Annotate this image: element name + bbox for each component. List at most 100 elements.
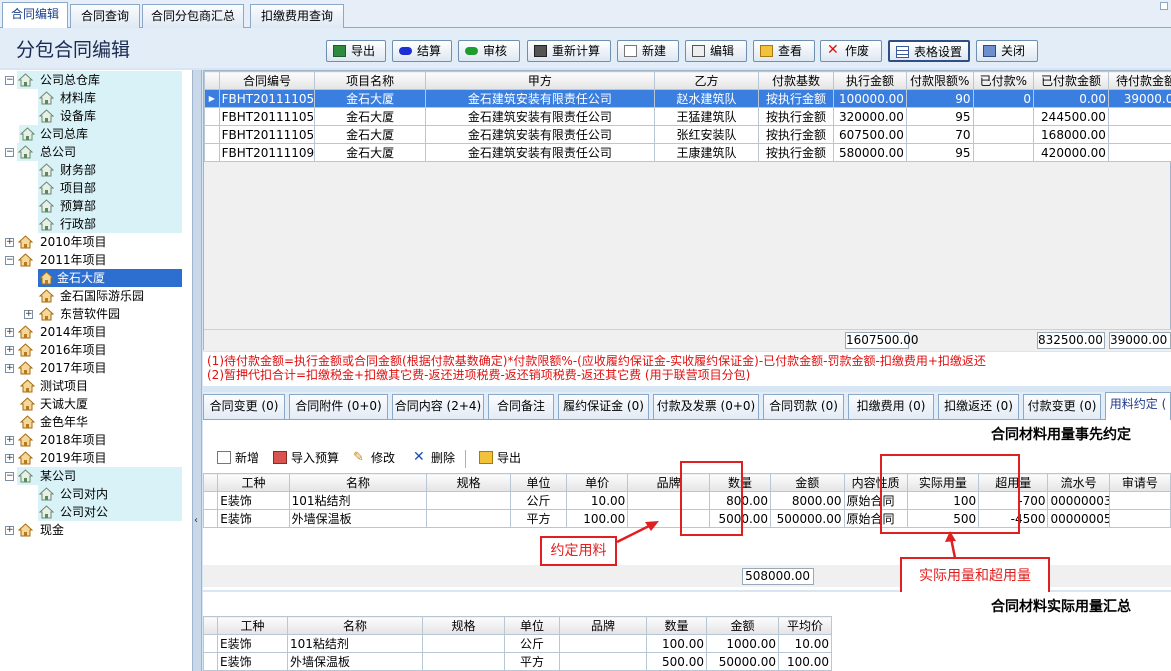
delete-action[interactable]: ✕ 删除: [413, 448, 455, 468]
table-cell[interactable]: FBHT2011110501: [218, 89, 316, 108]
tree-node[interactable]: 2010年项目: [17, 233, 182, 251]
column-header[interactable]: 工种: [217, 473, 290, 492]
column-header[interactable]: 乙方: [653, 71, 760, 90]
table-cell[interactable]: 168000.00: [1032, 125, 1109, 144]
tree-node[interactable]: 2014年项目: [17, 323, 182, 341]
column-header[interactable]: 金额: [770, 473, 845, 492]
table-cell[interactable]: 0: [972, 89, 1034, 108]
settle-button[interactable]: 结算: [392, 40, 452, 62]
table-cell[interactable]: [422, 652, 505, 671]
detail-tab[interactable]: 合同变更 (0): [203, 394, 285, 419]
expand-icon[interactable]: +: [5, 346, 14, 355]
column-header[interactable]: 单位: [504, 616, 560, 635]
table-cell[interactable]: [422, 634, 505, 653]
detail-tab[interactable]: 付款变更 (0): [1023, 394, 1101, 419]
tree-node[interactable]: 金石国际游乐园: [38, 287, 182, 305]
column-header[interactable]: 项目名称: [314, 71, 426, 90]
table-row[interactable]: E装饰 101粘结剂 公斤 100.00 1000.00 10.00: [203, 634, 832, 653]
tree-node[interactable]: 2019年项目: [17, 449, 182, 467]
table-cell[interactable]: 金石建筑安装有限责任公司: [424, 89, 655, 108]
collapse-icon[interactable]: −: [5, 148, 14, 157]
table-cell[interactable]: 39000.00: [1107, 89, 1171, 108]
tab-contract-edit[interactable]: 合同编辑: [2, 2, 68, 29]
tree-node[interactable]: 行政部: [38, 215, 182, 233]
table-cell[interactable]: [972, 125, 1034, 144]
tree-node[interactable]: 天诚大厦: [19, 395, 182, 413]
table-cell[interactable]: [426, 491, 511, 510]
column-header[interactable]: 规格: [422, 616, 505, 635]
expand-icon[interactable]: +: [5, 238, 14, 247]
tree-node[interactable]: 2011年项目: [17, 251, 182, 269]
table-cell[interactable]: E装饰: [217, 652, 288, 671]
table-cell[interactable]: 公斤: [504, 634, 560, 653]
table-cell[interactable]: FBHT2011110901: [218, 143, 316, 162]
table-cell[interactable]: 100.00: [646, 634, 707, 653]
tree-node[interactable]: 材料库: [38, 89, 182, 107]
table-cell[interactable]: 外墙保温板: [287, 652, 423, 671]
tab-deduction-query[interactable]: 扣缴费用查询: [250, 4, 344, 28]
column-header[interactable]: 执行金额: [833, 71, 907, 90]
table-row[interactable]: FBHT2011110502金石大厦金石建筑安装有限责任公司王猛建筑队按执行金额…: [204, 107, 1171, 126]
column-header[interactable]: 已付款金额: [1032, 71, 1109, 90]
expand-icon[interactable]: +: [5, 526, 14, 535]
tree-node[interactable]: 东营软件园: [38, 305, 182, 323]
column-header[interactable]: 审请号: [1108, 473, 1171, 492]
view-button[interactable]: 查看: [753, 40, 815, 62]
modify-action[interactable]: ✎ 修改: [353, 448, 395, 468]
table-cell[interactable]: 金石建筑安装有限责任公司: [424, 107, 655, 126]
table-cell[interactable]: 平方: [504, 652, 560, 671]
tree-node[interactable]: 2018年项目: [17, 431, 182, 449]
table-row[interactable]: E装饰 外墙保温板 平方 500.00 50000.00 100.00: [203, 652, 832, 671]
table-cell[interactable]: [972, 107, 1034, 126]
table-cell[interactable]: 90: [905, 89, 974, 108]
column-header[interactable]: 付款基数: [758, 71, 835, 90]
table-cell[interactable]: 外墙保温板: [288, 509, 428, 528]
column-header[interactable]: 名称: [287, 616, 423, 635]
table-cell[interactable]: [1107, 107, 1171, 126]
tree-node[interactable]: 测试项目: [19, 377, 182, 395]
tree-node[interactable]: 2016年项目: [17, 341, 182, 359]
expand-icon[interactable]: +: [24, 310, 33, 319]
table-cell[interactable]: 金石大厦: [314, 125, 426, 144]
table-cell[interactable]: 王猛建筑队: [653, 107, 760, 126]
table-cell[interactable]: 101粘结剂: [287, 634, 423, 653]
table-cell[interactable]: 按执行金额: [758, 89, 835, 108]
table-cell[interactable]: [1108, 491, 1171, 510]
tree-node[interactable]: 项目部: [38, 179, 182, 197]
table-cell[interactable]: [559, 634, 647, 653]
tree-node[interactable]: 公司总仓库: [17, 71, 182, 89]
table-cell[interactable]: [1107, 125, 1171, 144]
table-cell[interactable]: 金石大厦: [314, 107, 426, 126]
table-cell[interactable]: 320000.00: [833, 107, 907, 126]
table-row[interactable]: ▶FBHT2011110501金石大厦金石建筑安装有限责任公司赵水建筑队按执行金…: [204, 89, 1171, 108]
detail-tab[interactable]: 合同备注: [488, 394, 554, 419]
table-cell[interactable]: 00000005: [1047, 509, 1110, 528]
table-cell[interactable]: 101粘结剂: [288, 491, 428, 510]
table-cell[interactable]: [1107, 143, 1171, 162]
export-action[interactable]: 导出: [479, 448, 521, 468]
tree-node[interactable]: 金石大厦: [38, 269, 182, 287]
column-header[interactable]: 单位: [509, 473, 568, 492]
table-cell[interactable]: 580000.00: [833, 143, 907, 162]
table-cell[interactable]: 金石建筑安装有限责任公司: [424, 143, 655, 162]
column-header[interactable]: 待付款金额: [1107, 71, 1171, 90]
expand-icon[interactable]: +: [5, 364, 14, 373]
collapse-icon[interactable]: −: [5, 256, 14, 265]
table-cell[interactable]: 按执行金额: [758, 125, 835, 144]
column-header[interactable]: 已付款%: [972, 71, 1034, 90]
export-button[interactable]: 导出: [326, 40, 386, 62]
new-button[interactable]: 新建: [617, 40, 679, 62]
column-header[interactable]: 流水号: [1047, 473, 1110, 492]
table-cell[interactable]: 500000.00: [770, 509, 845, 528]
column-header[interactable]: 金额: [706, 616, 779, 635]
detail-tab[interactable]: 合同附件 (0+0): [289, 394, 388, 419]
tab-subcontractor-summary[interactable]: 合同分包商汇总: [142, 4, 244, 28]
expand-icon[interactable]: +: [5, 454, 14, 463]
table-cell[interactable]: 8000.00: [770, 491, 845, 510]
table-cell[interactable]: 95: [905, 143, 974, 162]
table-cell[interactable]: 10.00: [778, 634, 832, 653]
table-cell[interactable]: 500.00: [646, 652, 707, 671]
table-cell[interactable]: 平方: [509, 509, 568, 528]
table-cell[interactable]: 420000.00: [1032, 143, 1109, 162]
tree-node[interactable]: 现金: [17, 521, 182, 539]
